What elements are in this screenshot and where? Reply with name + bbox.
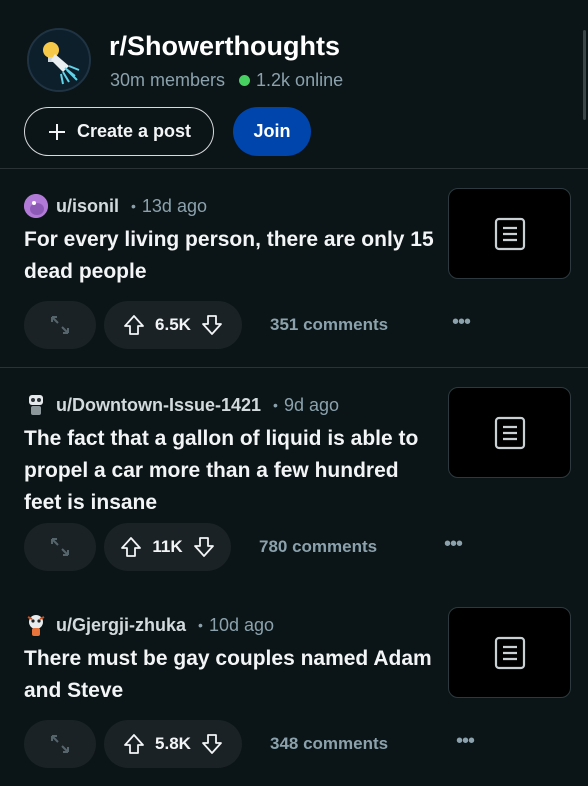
text-post-icon (494, 217, 526, 251)
post-actions: 5.8K 348 comments ••• (24, 720, 564, 768)
text-post-icon (494, 636, 526, 670)
post-card[interactable]: u/Downtown-Issue-1421 • 9d ago The fact … (0, 367, 588, 587)
post-thumbnail[interactable] (448, 607, 571, 698)
comments-link[interactable]: 348 comments (270, 734, 388, 754)
online-count: 1.2k online (256, 70, 344, 90)
post-header: u/Downtown-Issue-1421 • 9d ago (24, 393, 339, 417)
expand-arrows-icon (47, 312, 73, 338)
post-header: u/Gjergji-zhuka • 10d ago (24, 613, 274, 637)
post-thumbnail[interactable] (448, 387, 571, 478)
post-header: u/isonil • 13d ago (24, 194, 207, 218)
post-username[interactable]: u/isonil (56, 196, 119, 217)
post-title[interactable]: For every living person, there are only … (24, 224, 434, 288)
comments-link[interactable]: 351 comments (270, 315, 388, 335)
expand-button[interactable] (24, 720, 96, 768)
comments-link[interactable]: 780 comments (259, 537, 377, 557)
separator-dot: • (198, 617, 203, 633)
member-count: 30m members (110, 70, 226, 90)
create-post-button[interactable]: Create a post (24, 107, 214, 156)
monkey-snoo-avatar-icon[interactable] (24, 613, 48, 637)
robot-snoo-avatar-icon[interactable] (24, 393, 48, 417)
expand-arrows-icon (47, 731, 73, 757)
post-actions: 11K 780 comments ••• (24, 523, 564, 571)
plus-icon (47, 122, 67, 142)
text-post-icon (494, 416, 526, 450)
join-label: Join (253, 121, 291, 141)
expand-button[interactable] (24, 301, 96, 349)
post-age: 9d ago (283, 394, 339, 415)
shower-lightbulb-icon[interactable] (27, 28, 91, 92)
separator-dot: • (131, 198, 136, 214)
post-username[interactable]: u/Gjergji-zhuka (56, 615, 186, 636)
expand-button[interactable] (24, 523, 96, 571)
join-button[interactable]: Join (233, 107, 311, 156)
separator-dot: • (273, 397, 278, 413)
vote-controls: 6.5K (104, 301, 242, 349)
expand-arrows-icon (47, 534, 73, 560)
vote-count: 6.5K (155, 315, 191, 334)
subreddit-header: r/Showerthoughts 30m members 1.2k online… (0, 0, 588, 168)
post-age: 10d ago (208, 614, 275, 635)
more-options-icon[interactable]: ••• (452, 311, 471, 334)
downvote-arrow-icon[interactable] (193, 536, 215, 558)
subreddit-stats: 30m members 1.2k online (110, 70, 343, 91)
create-post-label: Create a post (76, 121, 192, 141)
vote-count: 5.8K (155, 734, 191, 753)
vote-count: 11K (152, 537, 183, 556)
post-username[interactable]: u/Downtown-Issue-1421 (56, 395, 261, 416)
downvote-arrow-icon[interactable] (201, 733, 223, 755)
post-title[interactable]: The fact that a gallon of liquid is able… (24, 423, 434, 519)
post-card[interactable]: u/isonil • 13d ago For every living pers… (0, 168, 588, 368)
post-age: 13d ago (141, 195, 207, 216)
downvote-arrow-icon[interactable] (201, 314, 223, 336)
upvote-arrow-icon[interactable] (120, 536, 142, 558)
online-indicator-icon (239, 75, 251, 86)
more-options-icon[interactable]: ••• (444, 533, 463, 556)
post-actions: 6.5K 351 comments ••• (24, 301, 564, 349)
more-options-icon[interactable]: ••• (456, 730, 475, 753)
purple-snoo-avatar-icon[interactable] (24, 194, 48, 218)
post-thumbnail[interactable] (448, 188, 571, 279)
upvote-arrow-icon[interactable] (123, 314, 145, 336)
post-title[interactable]: There must be gay couples named Adam and… (24, 643, 434, 707)
scrollbar[interactable] (583, 30, 586, 120)
vote-controls: 11K (104, 523, 231, 571)
vote-controls: 5.8K (104, 720, 242, 768)
post-card[interactable]: u/Gjergji-zhuka • 10d ago There must be … (0, 587, 588, 786)
subreddit-name: r/Showerthoughts (109, 31, 340, 61)
upvote-arrow-icon[interactable] (123, 733, 145, 755)
